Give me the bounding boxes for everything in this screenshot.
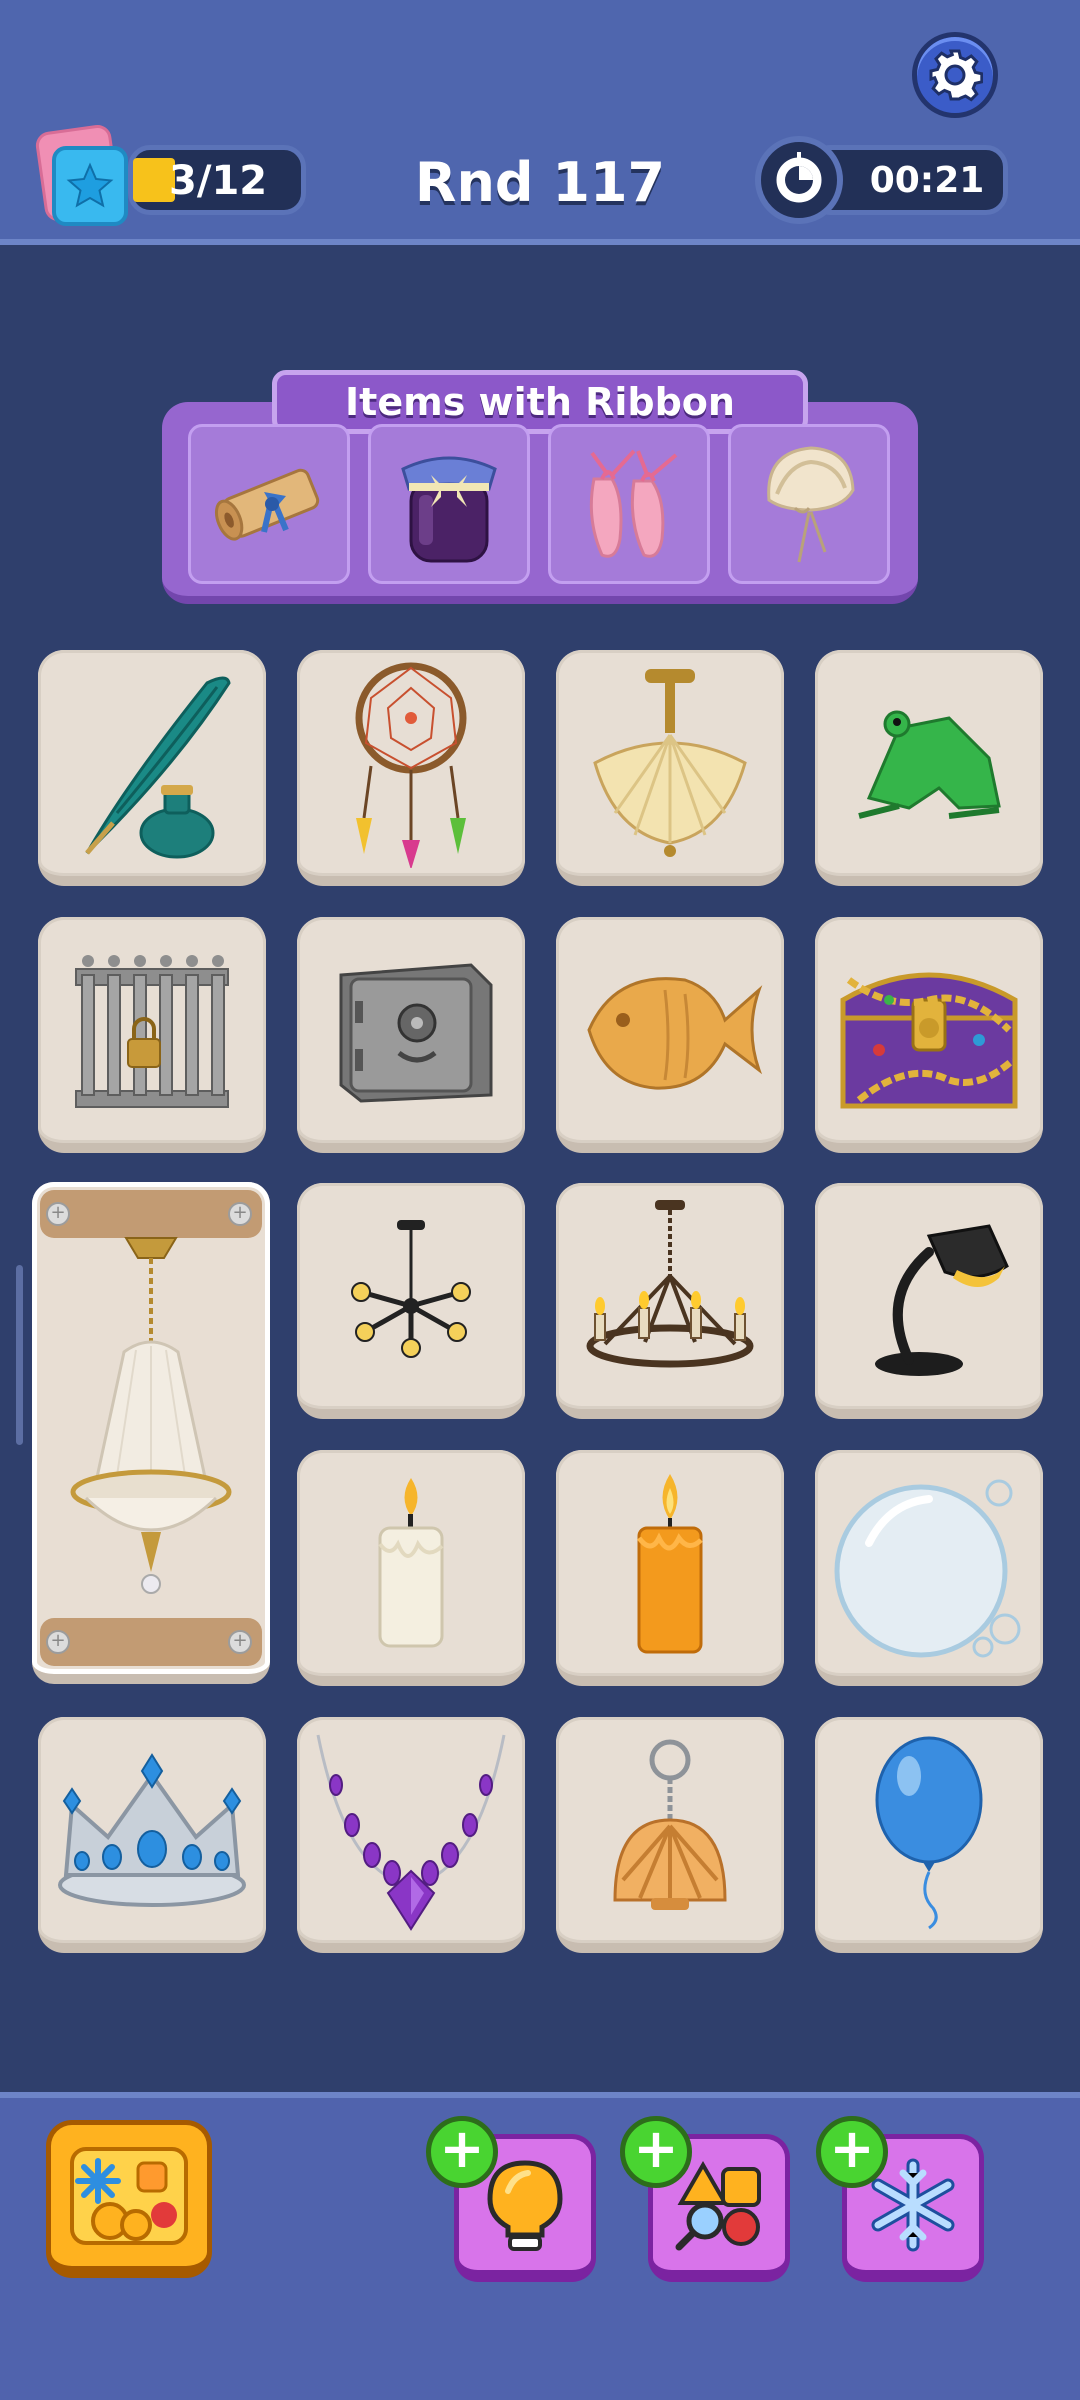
dreamcatcher-icon	[355, 662, 467, 868]
safe-icon	[339, 963, 493, 1103]
board-tile-blue-balloon[interactable]	[815, 1717, 1043, 1953]
board-tile-iron-cage[interactable]	[38, 917, 266, 1153]
screw-icon: +	[228, 1630, 252, 1654]
hint-bulb-icon	[487, 2159, 563, 2251]
ceiling-lamp-icon	[593, 669, 747, 857]
board-tile-iron-chandelier[interactable]	[556, 1183, 784, 1419]
stars-progress-bar: 3/12	[128, 145, 306, 215]
stars-progress-text: 3/12	[169, 158, 268, 204]
goal-title: Items with Ribbon	[272, 370, 808, 434]
board-tile-soap-bubble[interactable]	[815, 1450, 1043, 1686]
goal-item-ribbon-scroll	[188, 424, 350, 584]
crystal-chandelier-icon	[70, 1237, 232, 1594]
collection-button[interactable]	[46, 2120, 212, 2278]
side-handle[interactable]	[16, 1265, 23, 1445]
ribbon-scroll-icon	[214, 468, 320, 541]
bonnet-icon	[767, 446, 855, 563]
screw-icon: +	[46, 1630, 70, 1654]
board-tile-frog[interactable]	[815, 650, 1043, 886]
star-icon	[66, 162, 114, 208]
jam-jar-icon	[401, 456, 497, 563]
screw-icon: +	[46, 1202, 70, 1226]
board-tile-dreamcatcher[interactable]	[297, 650, 525, 886]
goal-item-bonnet	[728, 424, 890, 584]
desk-lamp-icon	[875, 1224, 1009, 1376]
board-tile-crystal-chandelier[interactable]: + + + +	[32, 1182, 270, 1684]
board-tile-amethyst-necklace[interactable]	[297, 1717, 525, 1953]
round-title: Rnd 117	[414, 151, 666, 214]
ballet-shoes-icon	[589, 449, 678, 558]
board-tile-crown[interactable]	[38, 1717, 266, 1953]
crown-icon	[58, 1753, 246, 1907]
frog-icon	[858, 710, 1001, 819]
iron-chandelier-icon	[586, 1200, 754, 1368]
fish-cookie-icon	[587, 977, 763, 1090]
collection-icon	[70, 2146, 188, 2245]
board-tile-orange-candle[interactable]	[556, 1450, 784, 1686]
white-candle-icon	[378, 1478, 444, 1648]
board-tile-quill-inkpot[interactable]	[38, 650, 266, 886]
board-tile-fish-cookie[interactable]	[556, 917, 784, 1153]
board-tile-modern-chandelier[interactable]	[297, 1183, 525, 1419]
goal-item-ballet-shoes	[548, 424, 710, 584]
add-shapes-button[interactable]: +	[620, 2116, 692, 2188]
board-tile-desk-lamp[interactable]	[815, 1183, 1043, 1419]
settings-button[interactable]	[912, 32, 998, 118]
board-tile-safe[interactable]	[297, 917, 525, 1153]
iron-cage-icon	[75, 955, 229, 1108]
board-tile-ceiling-lamp[interactable]	[556, 650, 784, 886]
orange-candle-icon	[637, 1474, 703, 1654]
blue-balloon-icon	[875, 1736, 983, 1930]
gear-icon	[929, 49, 983, 102]
board-tile-shell-keychain[interactable]	[556, 1717, 784, 1953]
board-tile-white-candle[interactable]	[297, 1450, 525, 1686]
screw-icon: +	[228, 1202, 252, 1226]
modern-chandelier-icon	[351, 1220, 471, 1358]
add-freeze-button[interactable]: +	[816, 2116, 888, 2188]
board-tile-treasure-chest[interactable]	[815, 917, 1043, 1153]
timer-icon	[755, 136, 843, 224]
timer-text: 00:21	[869, 160, 985, 201]
goal-item-jam-jar	[368, 424, 530, 584]
star-card	[52, 146, 128, 226]
add-hint-button[interactable]: +	[426, 2116, 498, 2188]
treasure-chest-icon	[840, 972, 1018, 1109]
shell-keychain-icon	[613, 1739, 727, 1910]
amethyst-necklace-icon	[316, 1734, 506, 1931]
quill-inkpot-icon	[85, 676, 231, 859]
soap-bubble-icon	[834, 1479, 1021, 1658]
